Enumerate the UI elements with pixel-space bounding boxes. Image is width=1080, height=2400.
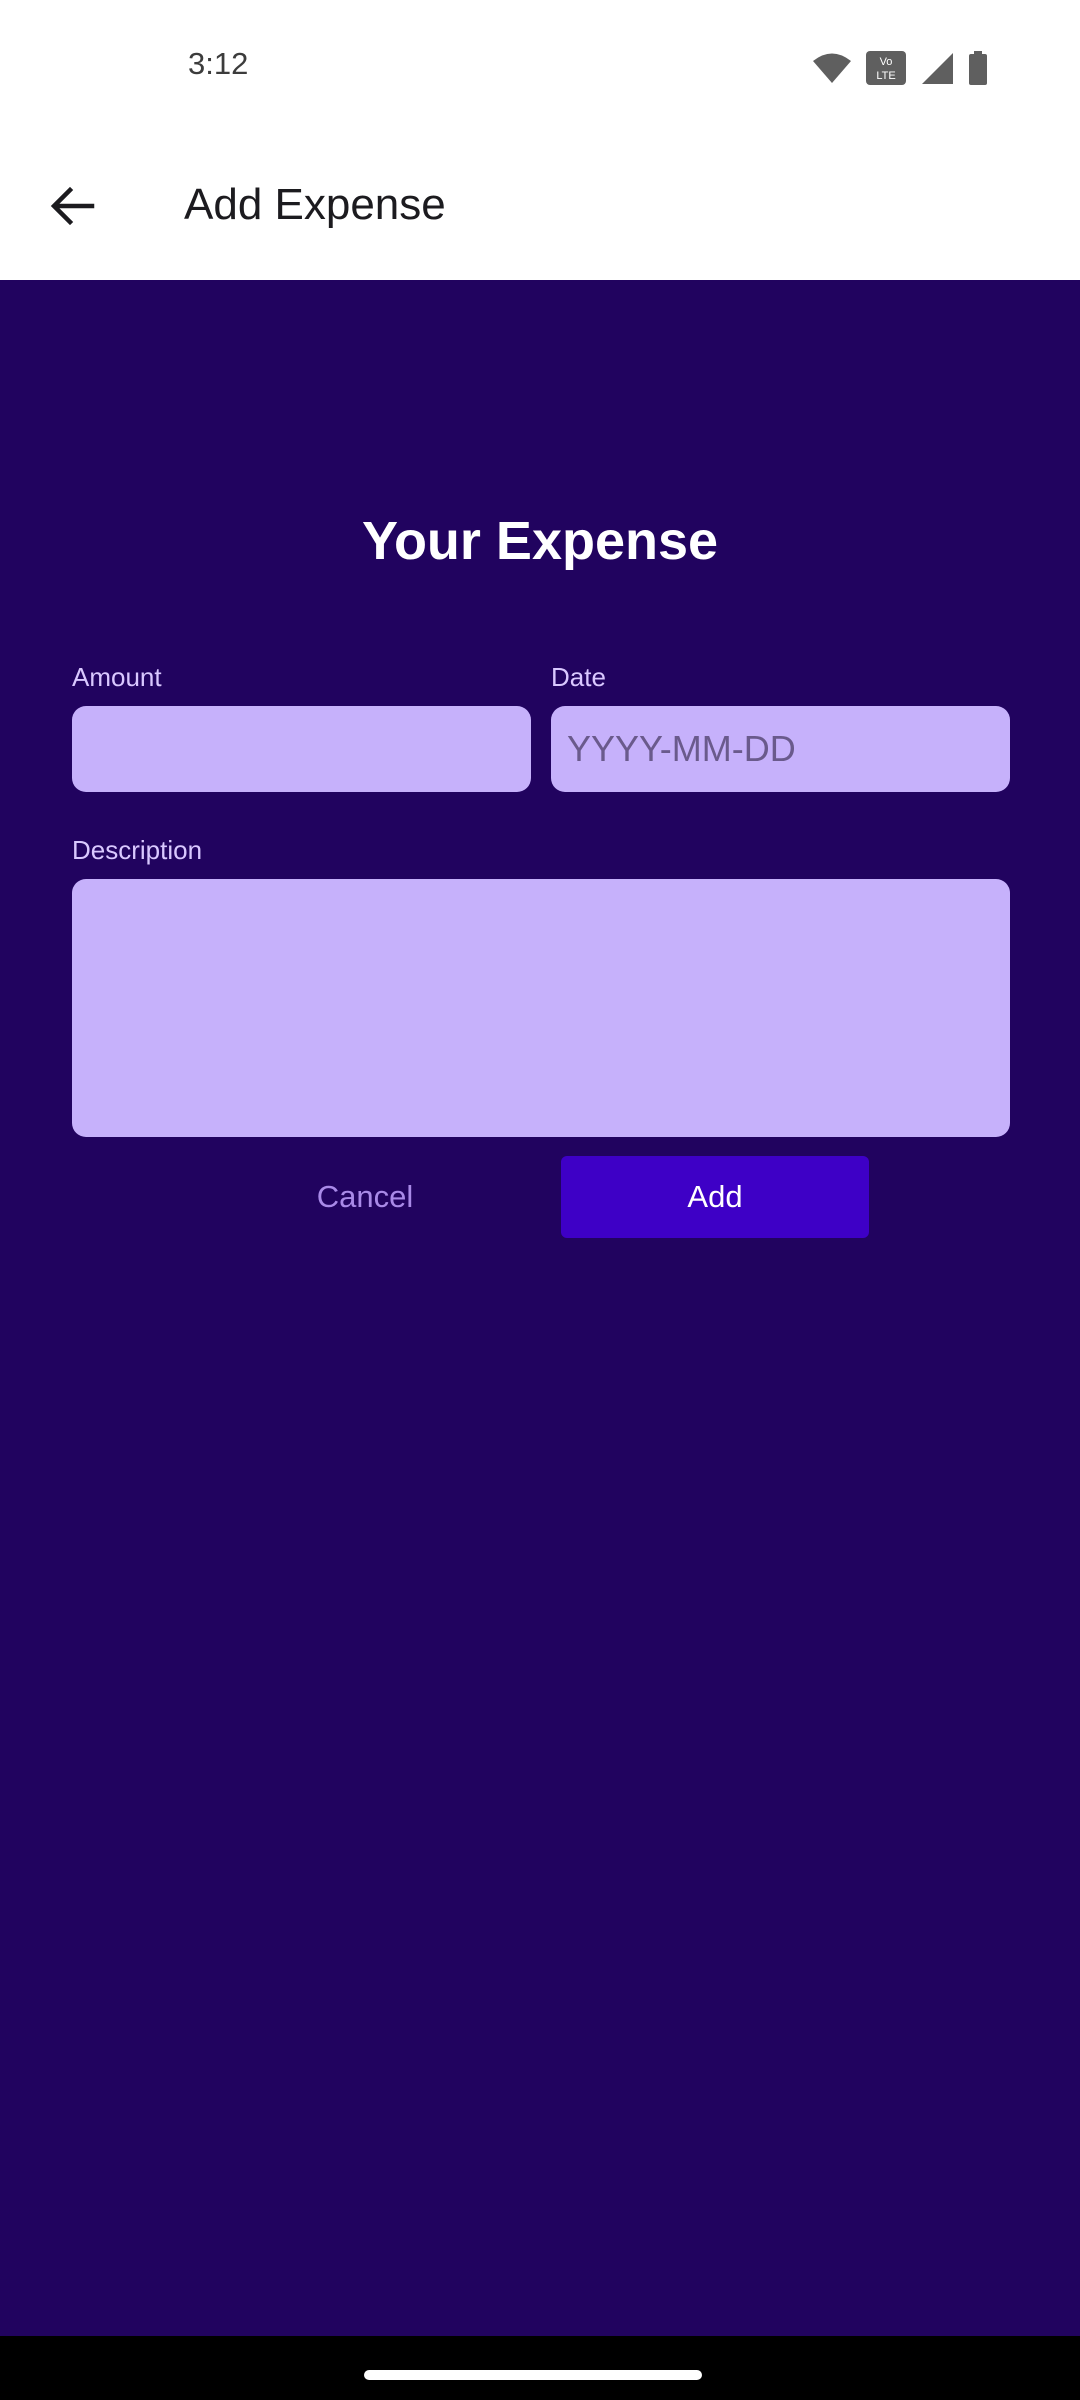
app-bar: Add Expense bbox=[0, 132, 1080, 280]
home-gesture-handle[interactable] bbox=[364, 2370, 702, 2380]
wifi-icon bbox=[812, 52, 852, 84]
amount-input[interactable] bbox=[72, 706, 531, 792]
svg-text:Vo: Vo bbox=[880, 56, 893, 68]
volte-icon: Vo LTE bbox=[866, 51, 906, 85]
arrow-left-icon bbox=[48, 182, 96, 235]
date-input[interactable] bbox=[551, 706, 1010, 792]
page-title: Add Expense bbox=[184, 180, 446, 229]
date-label: Date bbox=[551, 662, 606, 692]
status-icons: Vo LTE bbox=[812, 48, 988, 88]
description-input[interactable] bbox=[72, 879, 1010, 1137]
signal-icon bbox=[920, 51, 954, 85]
status-bar: 3:12 Vo LTE bbox=[0, 0, 1080, 132]
cancel-button[interactable]: Cancel bbox=[270, 1156, 460, 1238]
description-label: Description bbox=[72, 835, 203, 865]
back-button[interactable] bbox=[38, 174, 106, 242]
battery-icon bbox=[968, 51, 988, 85]
svg-text:LTE: LTE bbox=[876, 70, 895, 82]
expense-form: Your Expense Amount Date Description Can… bbox=[0, 280, 1080, 2336]
navigation-bar bbox=[0, 2336, 1080, 2400]
add-button[interactable]: Add bbox=[561, 1156, 869, 1238]
form-heading: Your Expense bbox=[361, 511, 719, 571]
amount-label: Amount bbox=[72, 662, 162, 692]
status-time: 3:12 bbox=[188, 46, 249, 81]
